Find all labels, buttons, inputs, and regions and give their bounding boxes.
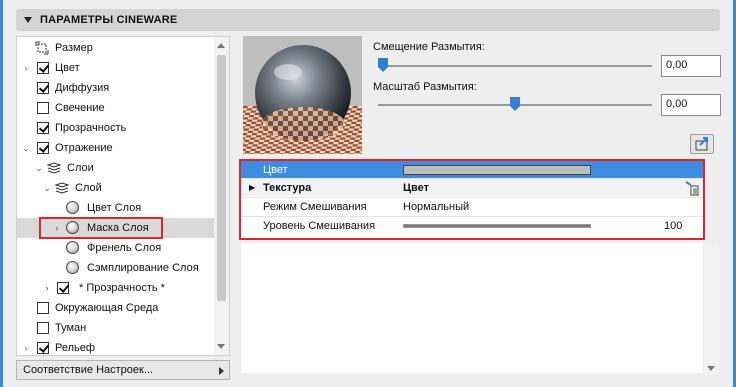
sphere-icon bbox=[66, 241, 79, 254]
tree-item-label: Рельеф bbox=[55, 342, 95, 354]
properties-scrollbar[interactable] bbox=[704, 243, 719, 375]
tree-item-label: * Прозрачность * bbox=[79, 282, 165, 294]
chevron-down-icon[interactable]: ⌄ bbox=[22, 144, 30, 153]
tree-item-label: Слои bbox=[67, 162, 94, 174]
checkbox-bump[interactable] bbox=[37, 342, 49, 354]
property-table: Цвет ▶ Текстура Цвет Режим Смешивания Но… bbox=[239, 159, 705, 240]
tree-scrollbar[interactable] bbox=[214, 36, 230, 356]
chevron-right-icon[interactable]: › bbox=[22, 64, 30, 73]
tree-item-diffusion[interactable]: Диффузия bbox=[17, 78, 214, 98]
tree-item-label: Сэмплирование Слоя bbox=[87, 262, 199, 274]
tree-item-label: Френель Слоя bbox=[87, 242, 162, 254]
export-icon bbox=[695, 137, 708, 151]
tree-item-label: Размер bbox=[55, 42, 93, 54]
tree-item-environment[interactable]: Окружающая Среда bbox=[17, 298, 214, 318]
tree-item-layer[interactable]: ⌄ Слой bbox=[17, 178, 214, 198]
tree-item-reflection[interactable]: ⌄ Отражение bbox=[17, 138, 214, 158]
scroll-up-icon[interactable] bbox=[217, 43, 225, 48]
blur-offset-input[interactable]: 0,00 bbox=[661, 55, 721, 77]
material-preview bbox=[243, 36, 362, 154]
tree-item-layer-color[interactable]: Цвет Слоя bbox=[17, 198, 214, 218]
blur-scale-label: Масштаб Размытия: bbox=[373, 81, 477, 93]
tree-item-label: Отражение bbox=[55, 142, 113, 154]
tree-item-size[interactable]: Размер bbox=[17, 38, 214, 58]
chevron-right-icon[interactable]: › bbox=[22, 344, 30, 353]
blur-scale-input[interactable]: 0,00 bbox=[661, 94, 721, 116]
checkbox-diffusion[interactable] bbox=[37, 82, 49, 94]
chevron-down-icon[interactable]: ⌄ bbox=[43, 184, 51, 193]
panel-header[interactable]: ПАРАМЕТРЫ CINEWARE bbox=[16, 9, 720, 31]
tree-item-layer-sampling[interactable]: Сэмплирование Слоя bbox=[17, 258, 214, 278]
tree-item-label: Цвет bbox=[55, 62, 80, 74]
chevron-right-icon[interactable]: › bbox=[43, 284, 51, 293]
blur-offset-slider-track[interactable] bbox=[378, 65, 652, 67]
layers-icon bbox=[55, 182, 69, 194]
texture-options-button[interactable] bbox=[690, 134, 714, 154]
checkbox-color[interactable] bbox=[37, 62, 49, 74]
tree-item-label: Слой bbox=[75, 182, 102, 194]
checkbox-layer-transparency[interactable] bbox=[57, 282, 69, 294]
checkbox-fog[interactable] bbox=[37, 322, 49, 334]
sphere-icon bbox=[66, 261, 79, 274]
checkbox-transparency[interactable] bbox=[37, 122, 49, 134]
tree-item-label: Прозрачность bbox=[55, 122, 127, 134]
scroll-down-icon[interactable] bbox=[707, 366, 715, 371]
annotation-highlight bbox=[39, 217, 163, 239]
channel-tree: Размер › Цвет Диффузия Свечение Прозрачн… bbox=[16, 36, 230, 356]
tree-item-label: Свечение bbox=[55, 102, 105, 114]
annotation-highlight bbox=[239, 159, 705, 240]
tree-item-label: Цвет Слоя bbox=[87, 202, 142, 214]
dropdown-label: Соответствие Настроек... bbox=[23, 364, 153, 376]
tree-item-label: Диффузия bbox=[55, 82, 110, 94]
tree-item-transparency[interactable]: Прозрачность bbox=[17, 118, 214, 138]
blur-offset-label: Смещение Размытия: bbox=[373, 41, 485, 53]
dropdown-arrow-icon bbox=[219, 367, 224, 375]
tree-item-fog[interactable]: Туман bbox=[17, 318, 214, 338]
tree-item-color[interactable]: › Цвет bbox=[17, 58, 214, 78]
tree-item-label: Туман bbox=[55, 322, 87, 334]
window-edge-left bbox=[0, 0, 3, 387]
blur-offset-slider-thumb[interactable] bbox=[378, 58, 388, 72]
checkbox-environment[interactable] bbox=[37, 302, 49, 314]
scroll-thumb[interactable] bbox=[217, 55, 226, 301]
tree-item-bump[interactable]: › Рельеф bbox=[17, 338, 214, 358]
cineware-settings-panel: ПАРАМЕТРЫ CINEWARE Размер › Цвет Диффузи… bbox=[0, 0, 736, 387]
tree-item-label: Окружающая Среда bbox=[55, 302, 159, 314]
tree-item-layers[interactable]: ⌄ Слои bbox=[17, 158, 214, 178]
panel-title: ПАРАМЕТРЫ CINEWARE bbox=[40, 14, 178, 26]
blur-scale-slider-thumb[interactable] bbox=[510, 97, 520, 111]
collapse-triangle-icon[interactable] bbox=[24, 17, 32, 23]
sphere-icon bbox=[66, 201, 79, 214]
tree-item-luminance[interactable]: Свечение bbox=[17, 98, 214, 118]
chevron-down-icon[interactable]: ⌄ bbox=[35, 164, 43, 173]
resize-icon bbox=[35, 41, 49, 55]
tree-item-layer-fresnel[interactable]: Френель Слоя bbox=[17, 238, 214, 258]
properties-empty-area bbox=[241, 243, 703, 373]
checkbox-luminance[interactable] bbox=[37, 102, 49, 114]
tree-item-layer-transparency[interactable]: › * Прозрачность * bbox=[17, 278, 214, 298]
settings-match-dropdown[interactable]: Соответствие Настроек... bbox=[16, 360, 230, 380]
preview-sphere-image bbox=[243, 36, 362, 154]
scroll-down-icon[interactable] bbox=[217, 344, 225, 349]
checkbox-reflection[interactable] bbox=[37, 142, 49, 154]
layers-icon bbox=[47, 162, 61, 174]
